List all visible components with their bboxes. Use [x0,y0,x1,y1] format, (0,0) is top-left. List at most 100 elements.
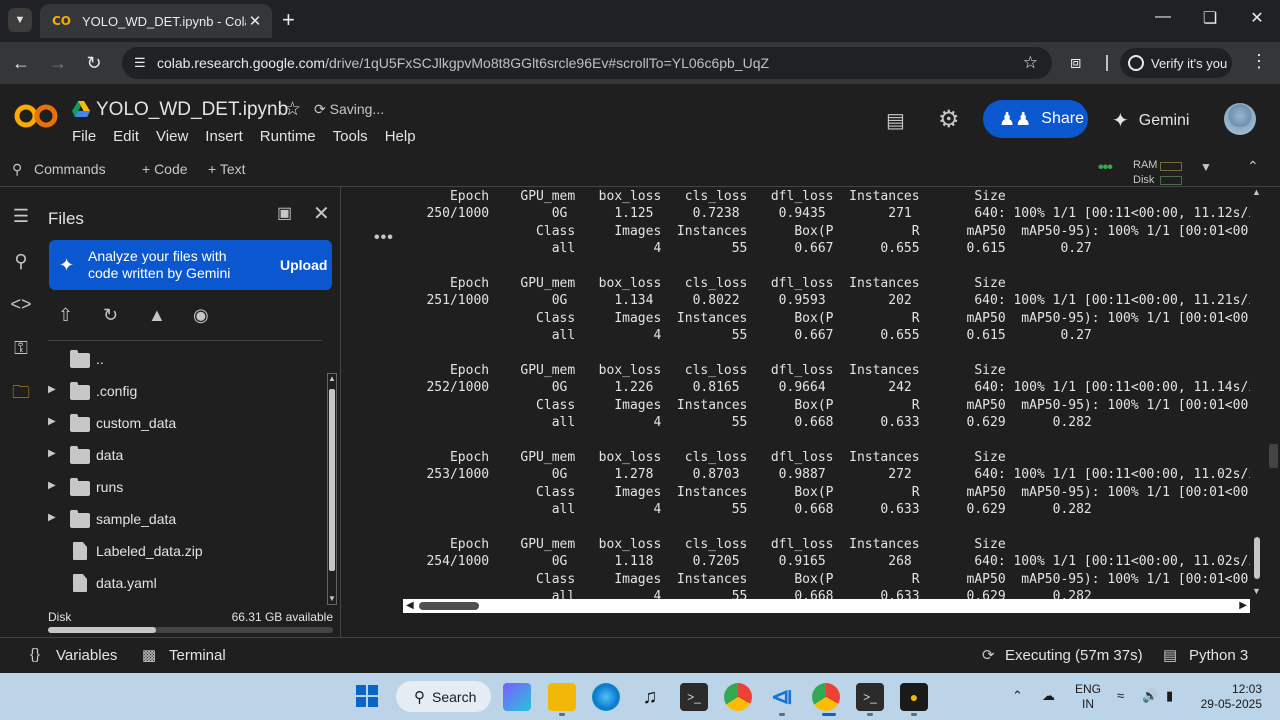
menu-file[interactable]: File [72,128,96,145]
secrets-key-icon[interactable]: ⚿ [8,335,34,361]
commands-button[interactable]: Commands [34,161,106,177]
tab-search-button[interactable]: ▼ [8,8,32,32]
window-close-icon[interactable]: ✕ [1245,8,1269,28]
edge-browser-icon[interactable] [592,683,620,711]
expand-caret-icon[interactable]: ▶ [48,480,56,491]
omnibox[interactable]: ☰ colab.research.google.com/drive/1qU5Fx… [122,47,1052,79]
scroll-thumb[interactable] [329,389,335,571]
verify-profile-button[interactable]: Verify it's you [1120,48,1232,78]
terminal-icon[interactable]: ▩ [142,646,156,664]
add-code-button[interactable]: + Code [142,161,188,177]
system-clock[interactable]: 12:03 29-05-2025 [1200,682,1262,712]
search-icon[interactable]: ⚲ [12,161,22,178]
variables-icon[interactable]: {} [30,646,40,663]
file-tree-row[interactable]: data.yaml [40,567,330,599]
table-of-contents-icon[interactable]: ☰ [8,203,34,229]
reload-icon[interactable]: ↻ [82,51,106,75]
file-tree-row[interactable]: ▶ data [40,439,330,471]
terminal-app-icon[interactable]: >_ [680,683,708,711]
variables-button[interactable]: Variables [56,647,117,664]
expand-caret-icon[interactable]: ▶ [48,448,56,459]
notebook-title[interactable]: YOLO_WD_DET.ipynb [96,99,288,121]
share-button[interactable]: ♟♟ Share [983,100,1088,138]
file-tree-row[interactable]: ▶ sample_data [40,503,330,535]
show-hidden-icons-chevron[interactable]: ⌃ [1012,688,1023,704]
scroll-left-icon[interactable]: ◀ [406,599,414,613]
cell-output[interactable]: Epoch GPU_mem box_loss cls_loss dfl_loss… [403,187,1250,599]
open-in-tab-icon[interactable]: ▣ [277,203,292,223]
files-scrollbar[interactable]: ▲ ▼ [326,373,338,605]
mount-drive-icon[interactable]: ▲ [148,305,166,326]
media-player-icon[interactable]: ♫ [636,683,664,711]
scroll-up-icon[interactable]: ▲ [327,374,337,383]
browser-tab[interactable]: CO YOLO_WD_DET.ipynb - Colab ✕ [40,4,272,38]
tab-close-icon[interactable]: ✕ [246,12,264,30]
menu-runtime[interactable]: Runtime [260,128,316,145]
volume-icon[interactable]: 🔊 [1142,688,1158,704]
copilot-icon[interactable] [503,683,531,711]
execution-status[interactable]: Executing (57m 37s) [1005,647,1143,664]
scroll-up-icon[interactable]: ▲ [1252,187,1261,197]
file-tree-row[interactable]: .. [40,343,330,375]
avatar[interactable] [1224,103,1256,135]
vscode-icon[interactable]: ⧏ [768,683,796,711]
close-panel-icon[interactable]: ✕ [313,201,330,226]
scroll-thumb[interactable] [1254,537,1260,579]
browser-menu-icon[interactable]: ⋮ [1250,51,1268,72]
site-info-icon[interactable]: ☰ [134,55,146,71]
add-text-button[interactable]: + Text [208,161,246,177]
expand-caret-icon[interactable]: ▶ [48,512,56,523]
back-arrow-icon[interactable]: ← [9,51,33,75]
new-tab-button[interactable]: + [282,8,295,32]
file-tree-row[interactable]: ▶ custom_data [40,407,330,439]
upload-file-icon[interactable]: ⇧ [58,305,73,326]
comment-icon[interactable]: ▤ [886,108,905,133]
file-tree-row[interactable]: Labeled_data.zip [40,535,330,567]
taskbar-search[interactable]: ⚲ Search [396,681,491,712]
output-horizontal-scrollbar[interactable]: ◀ ▶ [403,599,1250,613]
files-folder-icon[interactable]: 🗀 [8,379,34,405]
windows-start-icon[interactable] [356,685,378,707]
find-replace-icon[interactable]: ⚲ [8,248,34,274]
settings-gear-icon[interactable]: ⚙ [938,105,960,134]
menu-tools[interactable]: Tools [333,128,368,145]
chrome-profile-icon[interactable] [812,683,840,711]
menu-edit[interactable]: Edit [113,128,139,145]
kernel-label[interactable]: Python 3 [1189,647,1248,664]
bookmark-star-icon[interactable]: ☆ [1023,53,1038,73]
colab-logo-icon[interactable] [14,101,58,131]
file-tree-row[interactable]: ▶ runs [40,471,330,503]
output-vertical-scrollbar[interactable]: ▲ ▼ [1250,187,1264,599]
gemini-button[interactable]: ✦ Gemini [1112,108,1189,133]
url-text[interactable]: colab.research.google.com/drive/1qU5FxSC… [157,55,769,71]
wifi-icon[interactable]: ≈ [1117,688,1124,703]
battery-icon[interactable]: ▮ [1166,688,1173,704]
extensions-icon[interactable]: ⧈ [1070,52,1081,73]
menu-view[interactable]: View [156,128,188,145]
file-tree-row[interactable]: ▶ .config [40,375,330,407]
file-explorer-icon[interactable] [548,683,576,711]
expand-caret-icon[interactable]: ▶ [48,416,56,427]
scroll-thumb[interactable] [419,602,479,610]
terminal-button[interactable]: Terminal [169,647,226,664]
code-snippets-icon[interactable]: <> [8,291,34,317]
app-icon[interactable]: ● [900,683,928,711]
scroll-right-icon[interactable]: ▶ [1239,599,1247,613]
notebook-scroll-marker[interactable] [1269,444,1278,468]
refresh-icon[interactable]: ↻ [103,305,118,326]
runtime-dropdown-icon[interactable]: ▼ [1200,160,1212,174]
menu-insert[interactable]: Insert [205,128,243,145]
upload-button[interactable]: Upload [280,257,327,273]
command-prompt-icon[interactable]: >_ [856,683,884,711]
scroll-down-icon[interactable]: ▼ [327,594,337,603]
input-language[interactable]: ENG IN [1075,682,1101,712]
maximize-icon[interactable]: ❏ [1198,8,1222,28]
collapse-header-icon[interactable]: ⌃ [1247,158,1259,175]
minimize-icon[interactable]: — [1151,8,1175,26]
forward-arrow-icon[interactable]: → [46,51,70,75]
expand-caret-icon[interactable]: ▶ [48,384,56,395]
chrome-icon[interactable] [724,683,752,711]
scroll-down-icon[interactable]: ▼ [1252,586,1261,596]
show-hidden-eye-icon[interactable]: ◉ [193,305,209,326]
cell-output-menu-icon[interactable]: ••• [374,229,394,247]
